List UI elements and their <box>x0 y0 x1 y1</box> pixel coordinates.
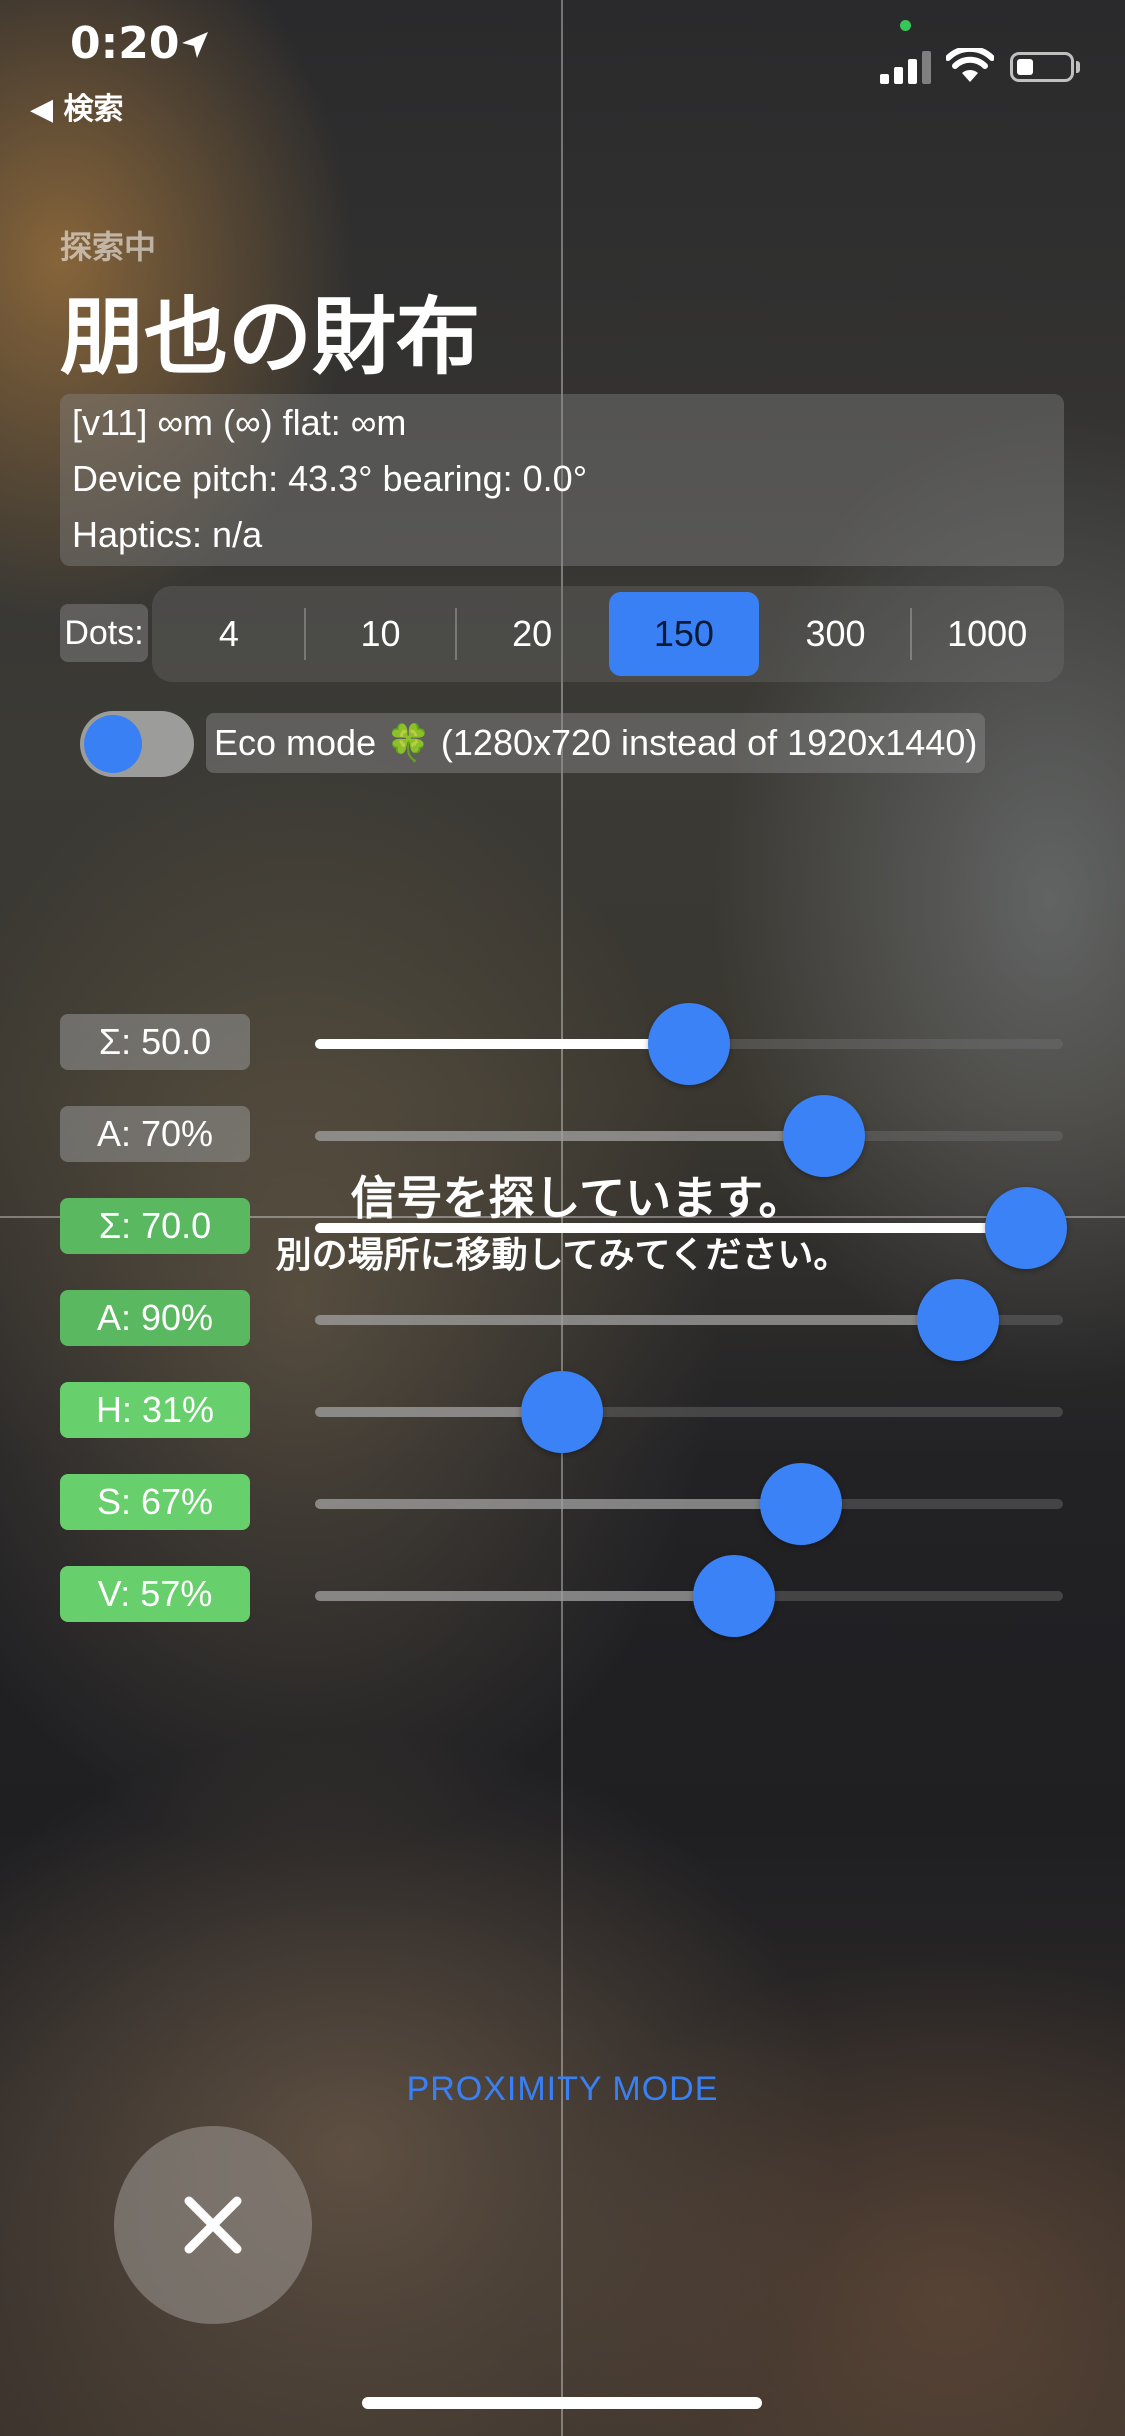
slider-thumb[interactable] <box>760 1463 843 1545</box>
dots-label: Dots: <box>60 604 148 662</box>
alpha-label-1: A: 70% <box>60 1106 250 1162</box>
wifi-icon <box>946 48 994 82</box>
search-status-subtitle: 探索中 <box>60 228 157 266</box>
close-button[interactable] <box>114 2126 312 2324</box>
close-icon <box>184 2196 242 2254</box>
sigma-slider-1[interactable] <box>315 1003 1063 1085</box>
alpha-label-2: A: 90% <box>60 1290 250 1346</box>
dots-option-10[interactable]: 10 <box>306 592 456 676</box>
dots-option-20[interactable]: 20 <box>457 592 607 676</box>
searching-signal-message: 信号を探しています。 <box>350 1171 805 1225</box>
saturation-slider[interactable] <box>315 1463 1063 1545</box>
hue-slider[interactable] <box>315 1371 1063 1453</box>
slider-fill <box>315 1039 689 1049</box>
alpha-slider-1[interactable] <box>315 1095 1063 1177</box>
slider-thumb[interactable] <box>520 1371 603 1453</box>
slider-thumb[interactable] <box>648 1003 730 1085</box>
device-pitch-info: Device pitch: 43.3° bearing: 0.0° <box>72 458 588 499</box>
slider-fill <box>315 1591 734 1601</box>
dots-option-1000[interactable]: 1000 <box>912 592 1062 676</box>
signal-icon <box>880 51 931 84</box>
value-label: V: 57% <box>60 1566 250 1622</box>
status-time: 0:20 <box>70 18 180 69</box>
eco-mode-label: Eco mode 🍀 (1280x720 instead of 1920x144… <box>206 713 986 773</box>
battery-tip <box>1076 61 1080 73</box>
dots-option-4[interactable]: 4 <box>154 592 304 676</box>
eco-mode-toggle[interactable] <box>80 711 194 777</box>
camera-indicator-dot <box>900 20 911 31</box>
page-title: 朋也の財布 <box>60 288 481 386</box>
slider-fill <box>315 1315 959 1325</box>
value-slider[interactable] <box>315 1555 1063 1637</box>
hue-label: H: 31% <box>60 1382 250 1438</box>
saturation-label: S: 67% <box>60 1474 250 1530</box>
battery-icon <box>1010 52 1074 82</box>
slider-thumb[interactable] <box>692 1555 775 1637</box>
slider-thumb[interactable] <box>917 1279 1000 1361</box>
toggle-knob <box>84 715 142 773</box>
distance-info: [v11] ∞m (∞) flat: ∞m <box>72 402 407 443</box>
slider-fill <box>315 1499 802 1509</box>
location-arrow-icon <box>182 32 208 58</box>
dots-option-300[interactable]: 300 <box>761 592 911 676</box>
back-to-search-button[interactable]: ◀ 検索 <box>30 84 124 128</box>
move-location-hint: 別の場所に移動してみてください。 <box>275 1235 850 1276</box>
alpha-slider-2[interactable] <box>315 1279 1063 1361</box>
sigma-label-1: Σ: 50.0 <box>60 1014 250 1070</box>
proximity-mode-button[interactable]: PROXIMITY MODE <box>0 2070 1125 2109</box>
haptics-info: Haptics: n/a <box>72 514 263 555</box>
slider-fill <box>315 1131 824 1141</box>
dots-option-150[interactable]: 150 <box>609 592 759 676</box>
home-indicator[interactable] <box>362 2397 762 2409</box>
dots-segmented-control: 4 10 20 150 300 1000 <box>152 586 1064 682</box>
